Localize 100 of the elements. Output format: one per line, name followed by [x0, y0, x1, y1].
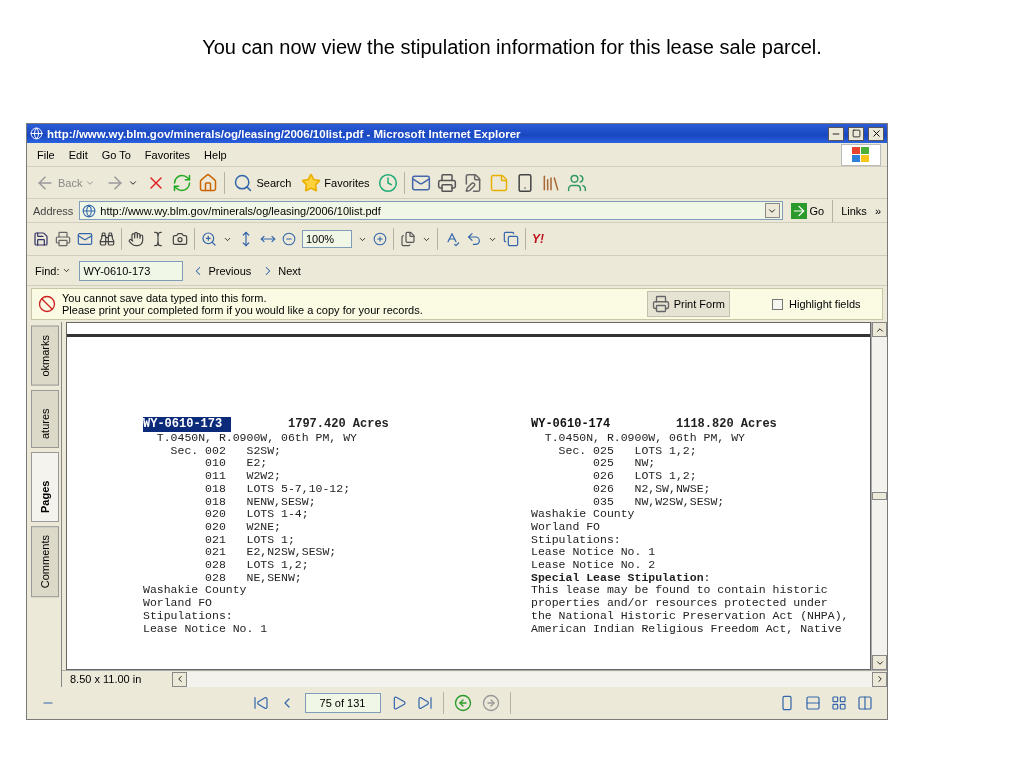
next-button[interactable]: Next: [259, 261, 303, 280]
last-page-icon[interactable]: [416, 695, 433, 711]
document-text: properties and/or resources protected under: [531, 597, 829, 610]
document-text: Washakie County: [531, 508, 636, 521]
section-line: 010 E2;: [204, 457, 269, 471]
township-line: T.0450N, R.0900W, 06th PM, WY: [155, 432, 358, 445]
continuous-facing-icon[interactable]: [857, 695, 873, 711]
binoculars-icon[interactable]: [99, 231, 115, 247]
section-line: 020 W2NE;: [204, 520, 283, 534]
first-page-icon[interactable]: [252, 695, 269, 711]
blocked-icon[interactable]: [38, 295, 56, 313]
links-button[interactable]: Links: [839, 202, 869, 219]
section-line: 020 LOTS 1-4;: [204, 508, 310, 521]
page-icon[interactable]: [82, 203, 97, 218]
save-icon[interactable]: [33, 231, 49, 247]
copy-icon[interactable]: [503, 231, 519, 247]
section-line: 021 E2,N2SW,SESW;: [204, 546, 338, 560]
section-line: 018 LOTS 5-7,10-12;: [204, 482, 352, 496]
document-text: Worland FO: [531, 520, 601, 534]
home-icon[interactable]: [198, 172, 219, 193]
print-form-button[interactable]: Print Form: [646, 291, 730, 317]
facing-icon[interactable]: [831, 695, 847, 711]
scroll-down-button[interactable]: [872, 655, 887, 670]
pages-icon[interactable]: [400, 231, 416, 247]
caret-icon: [62, 266, 72, 275]
section-line: 025 NW;: [592, 457, 657, 471]
printer-icon[interactable]: [651, 295, 670, 313]
zoom-field[interactable]: 100%: [302, 230, 352, 248]
history-icon[interactable]: [377, 172, 398, 193]
minimize-button[interactable]: [828, 126, 844, 141]
snapshot-icon[interactable]: [172, 231, 188, 247]
scroll-up-button[interactable]: [872, 322, 887, 337]
section-line: Sec. 025 LOTS 1,2;: [557, 444, 698, 458]
side-tab[interactable]: okmarks: [31, 326, 59, 386]
section-line: 035 NW,W2SW,SESW;: [592, 495, 726, 509]
horizontal-scrollbar[interactable]: [172, 671, 887, 687]
maximize-button[interactable]: [848, 126, 864, 141]
document-text: Lease Notice No. 2: [531, 559, 657, 572]
favorites-button[interactable]: Favorites: [299, 170, 372, 195]
find-menu[interactable]: Find:: [33, 262, 74, 279]
document-text: Stipulations:: [143, 609, 234, 623]
back-view-icon[interactable]: [453, 694, 472, 712]
document-text: American Indian Religious Freedom Act, Native: [531, 622, 843, 636]
section-line: 026 N2,SW,NWSE;: [592, 482, 712, 496]
email-icon[interactable]: [77, 231, 93, 247]
maximize-icon: [851, 129, 861, 138]
scroll-thumb[interactable]: [872, 492, 887, 500]
search-button[interactable]: Search: [231, 170, 294, 195]
section-line: 021 LOTS 1;: [204, 533, 296, 547]
scroll-right-button[interactable]: [872, 671, 887, 687]
single-page-icon[interactable]: [779, 695, 795, 711]
address-field[interactable]: http://www.wy.blm.gov/minerals/og/leasing/2006/10list.pdf: [79, 201, 783, 220]
print-icon[interactable]: [436, 172, 457, 193]
yahoo-logo[interactable]: Y!: [532, 232, 544, 246]
menu-item[interactable]: Help: [200, 148, 231, 161]
section-line: 028 LOTS 1,2;: [204, 559, 310, 572]
menu-item[interactable]: Edit: [64, 148, 92, 161]
find-field[interactable]: WY-0610-173: [79, 260, 184, 281]
star-icon: [301, 172, 322, 193]
continuous-icon[interactable]: [805, 695, 821, 711]
section-line: 018 NENW,SESW;: [204, 495, 317, 509]
document-text: the National Historic Preservation Act (NHPA),: [531, 609, 850, 623]
document-text: Special Lease Stipulation:: [531, 571, 712, 585]
spellcheck-icon[interactable]: [444, 231, 460, 247]
side-tab[interactable]: Comments: [31, 525, 59, 597]
scroll-left-button[interactable]: [172, 671, 187, 687]
vertical-scrollbar[interactable]: [871, 322, 887, 670]
side-tab[interactable]: Pages: [31, 451, 59, 522]
dropdown-button[interactable]: [764, 203, 780, 218]
forward-view-icon[interactable]: [481, 694, 500, 712]
menu-item[interactable]: Go To: [97, 148, 135, 161]
highlight-fields-checkbox[interactable]: Highlight fields: [736, 298, 876, 310]
close-button[interactable]: [868, 126, 884, 141]
more-chevron[interactable]: »: [874, 204, 881, 217]
section-line: Sec. 002 S2SW;: [169, 444, 282, 458]
side-tab[interactable]: atures: [31, 389, 59, 448]
window-title: http://www.wy.blm.gov/minerals/og/leasing/2006/10list.pdf - Microsoft Internet Explorer: [47, 127, 522, 140]
zoom-out-icon[interactable]: [282, 232, 296, 246]
zoom-in-icon[interactable]: [373, 232, 387, 246]
hand-icon[interactable]: [128, 231, 144, 247]
undo-icon[interactable]: [466, 231, 482, 247]
go-button[interactable]: Go: [788, 200, 827, 221]
menu-item[interactable]: File: [33, 148, 59, 161]
globe-icon[interactable]: [30, 127, 43, 140]
parcel-id: WY-0610-173: [143, 417, 231, 432]
section-line: 011 W2W2;: [204, 470, 283, 483]
refresh-icon[interactable]: [172, 172, 193, 193]
search-icon[interactable]: [233, 172, 254, 193]
parcel-acres: 1118.820 Acres: [676, 418, 777, 431]
address-label: Address: [33, 204, 74, 217]
menu-item[interactable]: Favorites: [140, 148, 195, 161]
document-text: This lease may be found to contain historic: [531, 584, 829, 598]
document-text: Lease Notice No. 1: [531, 546, 657, 560]
document-text: Lease Notice No. 1: [143, 622, 269, 636]
zoom-in-icon[interactable]: [201, 231, 217, 247]
page-number-field[interactable]: 75 of 131: [304, 693, 381, 713]
print-icon[interactable]: [55, 231, 71, 247]
messenger-icon[interactable]: [566, 172, 587, 193]
previous-button[interactable]: Previous: [189, 261, 254, 280]
township-line: T.0450N, R.0900W, 06th PM, WY: [543, 432, 746, 445]
